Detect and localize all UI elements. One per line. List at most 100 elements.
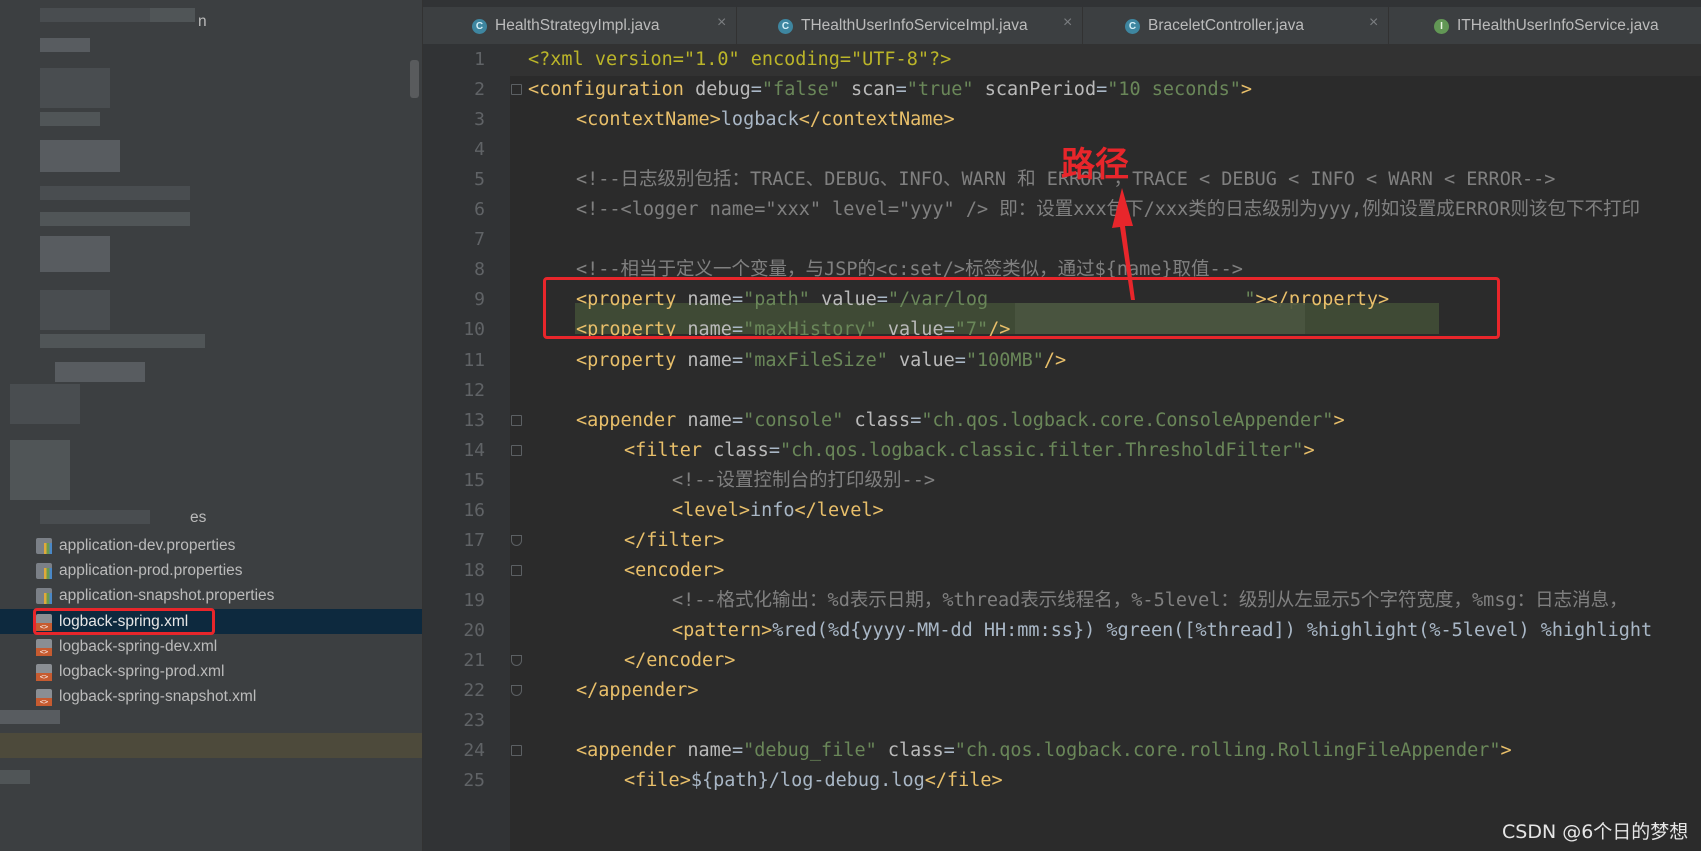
code-line[interactable]: <level>info</level> xyxy=(672,495,884,527)
code-line[interactable]: </appender> xyxy=(576,675,699,707)
line-number: 5 xyxy=(474,169,485,191)
tree-item-partial-top[interactable]: n xyxy=(198,9,207,34)
fold-marker-icon[interactable] xyxy=(511,534,522,546)
code-token: = xyxy=(731,349,744,371)
code-token: scanPeriod xyxy=(984,79,1097,101)
properties-file-icon xyxy=(36,537,52,554)
project-tree-panel: es n application-dev.properties applicat… xyxy=(0,0,423,851)
class-icon: C xyxy=(472,19,487,34)
line-number: 10 xyxy=(463,319,485,341)
fold-marker-icon[interactable] xyxy=(511,655,522,666)
tree-file-application-prod-properties[interactable]: application-prod.properties xyxy=(36,558,243,583)
code-token: "console" xyxy=(743,409,855,431)
close-icon[interactable]: × xyxy=(1369,14,1378,32)
code-line[interactable]: <appender name="console" class="ch.qos.l… xyxy=(576,405,1345,437)
code-token: = xyxy=(1096,79,1108,101)
line-number: 21 xyxy=(463,650,485,671)
code-line[interactable]: <!--格式化输出：%d表示日期，%thread表示线程名，%-5level：级… xyxy=(672,585,1628,617)
code-line[interactable]: <?xml version="1.0" encoding="UTF-8"?> xyxy=(528,44,951,76)
code-line[interactable]: <filter class="ch.qos.logback.classic.fi… xyxy=(624,435,1315,467)
code-line[interactable]: <!--<logger name="xxx" level="yyy" /> 即：… xyxy=(576,194,1640,226)
line-number: 19 xyxy=(463,589,485,611)
code-token: class xyxy=(887,740,944,762)
redacted-block xyxy=(40,236,110,272)
code-token: <encoder> xyxy=(624,559,725,581)
interface-icon: I xyxy=(1434,19,1449,34)
tab-braceletcontroller[interactable]: C BraceletController.java × xyxy=(1083,7,1389,44)
code-token: scan xyxy=(851,79,896,101)
xml-file-icon xyxy=(36,688,52,706)
tree-file-logback-spring-prod-xml[interactable]: logback-spring-prod.xml xyxy=(36,659,224,684)
watermark: CSDN @6个日的梦想 xyxy=(1502,821,1689,843)
code-line[interactable]: </encoder> xyxy=(624,645,735,677)
fold-marker-icon[interactable] xyxy=(511,685,522,697)
code-token: "10 seconds" xyxy=(1107,79,1241,101)
close-icon[interactable]: × xyxy=(717,14,726,32)
code-token: = xyxy=(943,740,955,762)
code-line[interactable]: </filter> xyxy=(624,525,724,557)
tree-file-logback-spring-dev-xml[interactable]: logback-spring-dev.xml xyxy=(36,634,217,659)
fold-marker-icon[interactable] xyxy=(511,564,522,576)
code-token: name xyxy=(687,409,732,431)
class-icon: C xyxy=(778,19,793,34)
code-token: "ch.qos.logback.classic.filter.Threshold… xyxy=(779,439,1304,461)
code-token: </file> xyxy=(924,770,1003,792)
line-number: 18 xyxy=(463,559,485,581)
code-token: <pattern> xyxy=(672,619,773,641)
xml-file-icon xyxy=(36,663,52,681)
code-token: "true" xyxy=(906,79,985,101)
class-icon: C xyxy=(1125,19,1140,34)
code-line[interactable]: <configuration debug="false" scan="true"… xyxy=(528,74,1252,106)
code-line[interactable]: <!--设置控制台的打印级别--> xyxy=(672,465,935,497)
redacted-block xyxy=(10,440,70,500)
tree-file-application-dev-properties[interactable]: application-dev.properties xyxy=(36,533,235,558)
tab-ithealthuserinfoservice[interactable]: I ITHealthUserInfoService.java xyxy=(1389,7,1701,44)
code-token: %red(%d{yyyy-MM-dd HH:mm:ss}) %green([%t… xyxy=(772,619,1653,641)
tree-scrollbar[interactable] xyxy=(410,60,419,98)
code-token: ${path}/log-debug.log xyxy=(690,770,925,792)
redacted-block xyxy=(40,112,100,126)
redacted-block xyxy=(40,212,190,226)
code-line[interactable]: <encoder> xyxy=(624,555,724,587)
code-token: = xyxy=(731,409,744,431)
line-number: 4 xyxy=(474,139,485,161)
fold-marker-icon[interactable] xyxy=(511,745,522,757)
redacted-block xyxy=(40,510,150,524)
properties-file-icon xyxy=(36,562,52,579)
code-token: </level> xyxy=(794,499,884,521)
fold-marker-icon[interactable] xyxy=(511,84,522,96)
line-number: 22 xyxy=(463,680,485,702)
tree-file-logback-spring-snapshot-xml[interactable]: logback-spring-snapshot.xml xyxy=(36,684,256,709)
code-token: "100MB" xyxy=(965,349,1044,371)
code-token: = xyxy=(731,740,744,762)
tree-file-application-snapshot-properties[interactable]: application-snapshot.properties xyxy=(36,583,274,608)
code-token: "false" xyxy=(761,79,852,101)
code-token: </filter> xyxy=(624,529,725,551)
code-line[interactable]: <pattern>%red(%d{yyyy-MM-dd HH:mm:ss}) %… xyxy=(672,615,1652,647)
line-number: 6 xyxy=(474,199,485,221)
line-number: 8 xyxy=(474,259,485,281)
code-token: class xyxy=(854,409,911,431)
code-line[interactable]: <property name="maxFileSize" value="100M… xyxy=(576,345,1066,377)
line-number: 20 xyxy=(463,619,485,641)
code-token: logback xyxy=(720,109,799,131)
tab-healthstrategyimpl[interactable]: C HealthStrategyImpl.java × xyxy=(423,7,737,44)
tab-thealthuserinfoserviceimpl[interactable]: C THealthUserInfoServiceImpl.java × xyxy=(737,7,1083,44)
code-token: <filter xyxy=(624,439,714,461)
code-token: "ch.qos.logback.core.rolling.RollingFile… xyxy=(954,740,1501,762)
code-line[interactable]: <file>${path}/log-debug.log</file> xyxy=(624,765,1003,797)
line-number: 3 xyxy=(474,109,485,131)
code-line[interactable]: <appender name="debug_file" class="ch.qo… xyxy=(576,735,1512,767)
line-number: 2 xyxy=(474,79,485,101)
fold-marker-icon[interactable] xyxy=(511,414,522,426)
code-token: <!--<logger name="xxx" level="yyy" /> 即：… xyxy=(576,199,1640,221)
close-icon[interactable]: × xyxy=(1063,14,1072,32)
line-number: 14 xyxy=(463,439,485,461)
properties-file-icon xyxy=(36,587,52,604)
code-token: <appender xyxy=(576,740,688,762)
tree-item-resources-partial[interactable]: es xyxy=(190,505,206,530)
code-line[interactable]: <contextName>logback</contextName> xyxy=(576,104,955,136)
code-token: <appender xyxy=(576,409,688,431)
code-token: </appender> xyxy=(576,680,699,702)
fold-marker-icon[interactable] xyxy=(511,444,522,456)
